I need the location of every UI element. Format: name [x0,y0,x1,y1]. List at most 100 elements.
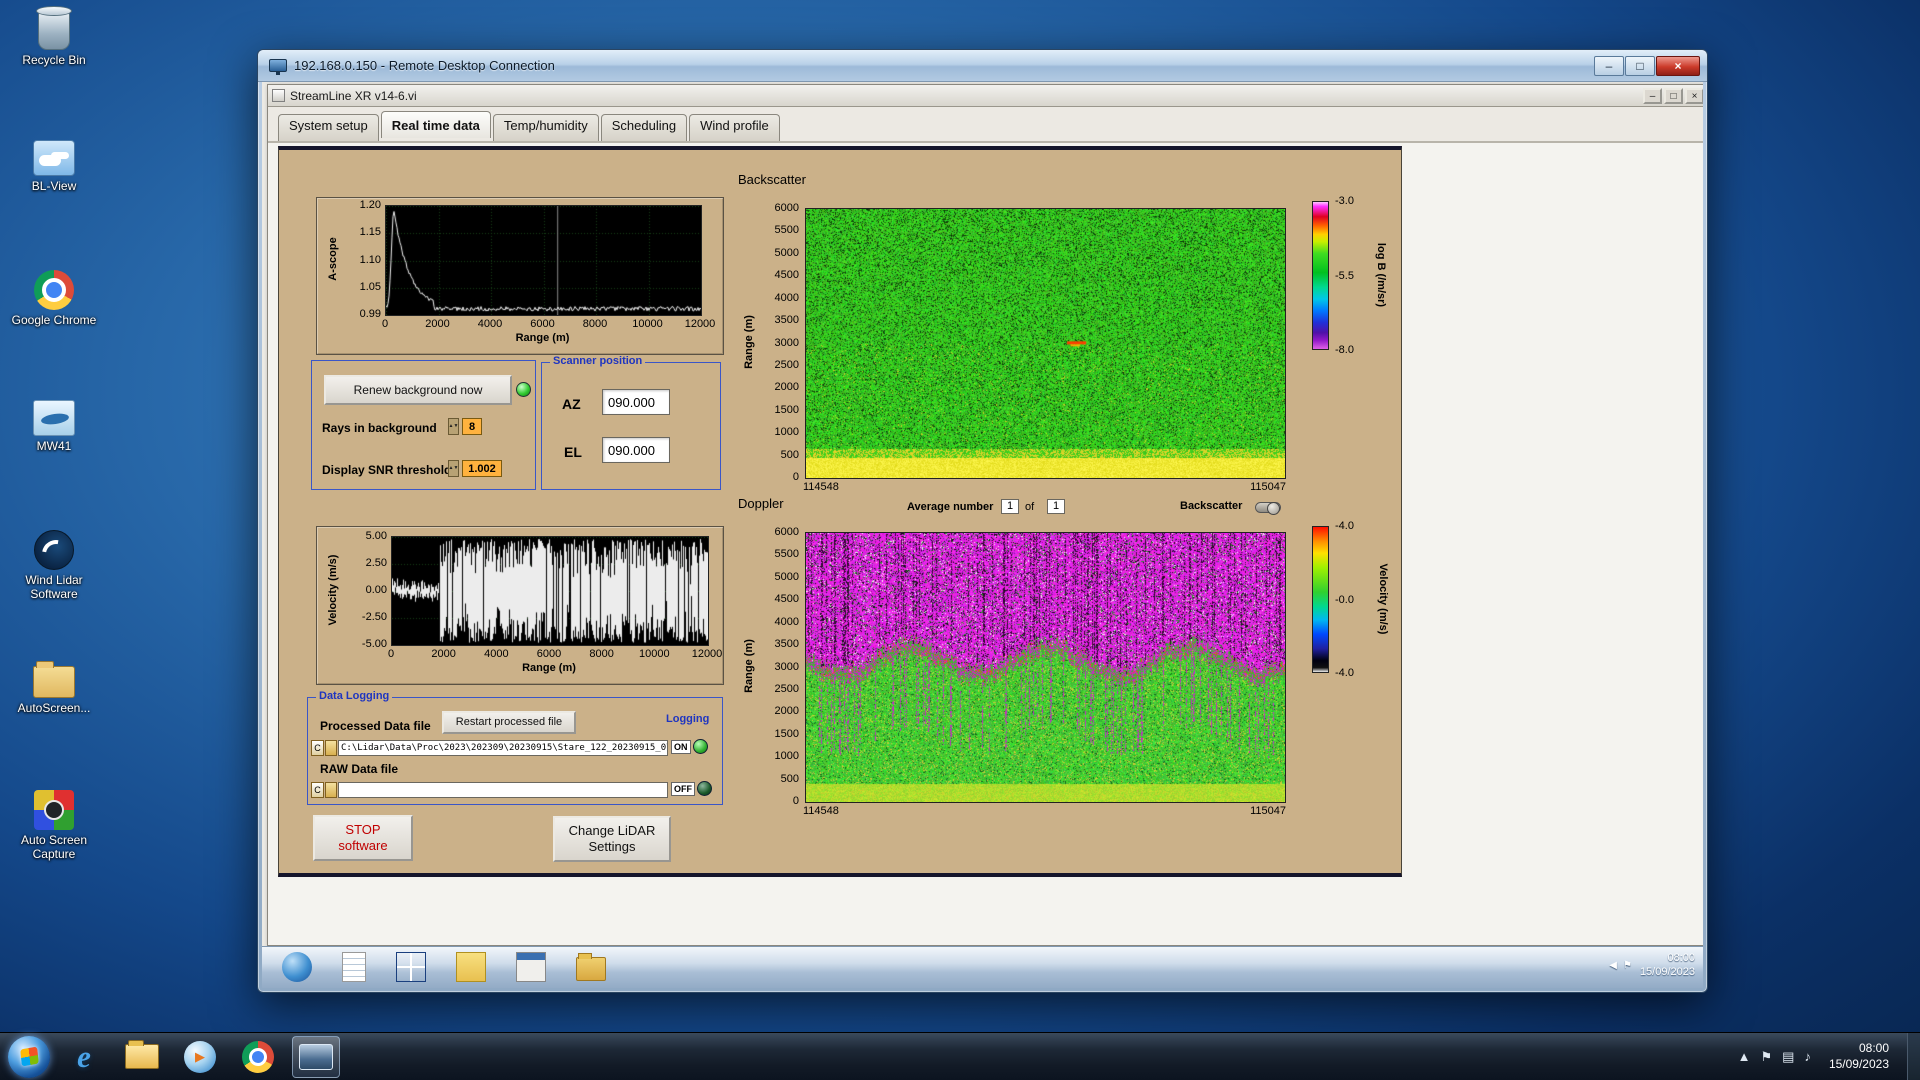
desktop-icon-bl-view[interactable]: BL-View [8,140,100,194]
y-tick-label: 2500 [774,682,799,695]
processed-file-path-field[interactable]: C:\Lidar\Data\Proc\2023\202309\20230915\… [338,740,668,756]
y-tick-label: -2.50 [361,611,387,623]
y-tick-label: 5000 [774,246,799,259]
snr-threshold-value[interactable]: 1.002 [462,460,502,477]
remote-desktop-session: StreamLine XR v14-6.vi – □ × System setup R… [262,82,1703,988]
rays-spinner[interactable]: ▲▼ [448,418,459,435]
doppler-title: Doppler [738,496,784,511]
desktop-icon-wind-lidar[interactable]: Wind Lidar Software [8,530,100,602]
volume-icon[interactable]: ♪ [1804,1049,1811,1065]
taskbar-item-remote-desktop[interactable] [292,1035,340,1078]
desktop-icon-auto-screen-capture[interactable]: Auto Screen Capture [8,790,100,862]
restore-button[interactable]: □ [1664,87,1683,104]
action-center-flag-icon[interactable]: ⚑ [1760,1049,1772,1065]
host-clock[interactable]: 08:00 15/09/2023 [1821,1041,1897,1072]
stop-button-line2: software [338,838,388,853]
start-button[interactable] [8,1035,50,1078]
app-blue-icon[interactable] [396,952,426,982]
snr-threshold-label: Display SNR threshold [322,463,452,477]
tab-temp-humidity[interactable]: Temp/humidity [492,114,599,141]
change-lidar-settings-button[interactable]: Change LiDAR Settings [553,816,671,862]
restart-processed-file-button[interactable]: Restart processed file [442,711,576,734]
stop-software-button[interactable]: STOP software [313,815,413,861]
y-tick-label: 4000 [774,615,799,628]
y-tick-label: 1500 [774,727,799,740]
velocity-plot [391,536,709,646]
host-taskbar-items: e ▶ [50,1035,340,1078]
notepad-icon[interactable] [342,952,366,982]
elevation-field[interactable]: 090.000 [602,437,670,463]
scanner-position-group: Scanner position AZ 090.000 EL 090.000 [541,355,721,490]
remote-time: 08:00 [1667,952,1695,964]
tab-real-time-data[interactable]: Real time data [380,111,491,138]
hidden-icons-icon[interactable]: ▲ [1738,1049,1751,1065]
flag-icon[interactable]: ⚑ [1623,960,1632,971]
raw-logging-toggle[interactable]: OFF [671,781,712,796]
auto-screen-capture-icon [34,790,74,830]
y-tick-label: 5000 [774,570,799,583]
close-button[interactable]: × [1685,87,1703,104]
raw-file-path-field[interactable] [338,782,668,798]
taskbar-item-windows-explorer[interactable] [118,1036,166,1078]
tab-bar: System setup Real time data Temp/humidity S… [268,107,1703,143]
taskbar-item-media-player[interactable]: ▶ [176,1036,224,1078]
renew-background-button[interactable]: Renew background now [324,375,512,405]
rays-in-background-value[interactable]: 8 [462,418,482,435]
input-indicator-icon[interactable]: ▤ [1782,1049,1794,1065]
minimize-button[interactable]: – [1594,55,1624,76]
rays-in-background-label: Rays in background [322,421,437,435]
desktop-icon-autoscreen[interactable]: AutoScreen... [8,660,100,716]
maximize-button[interactable]: □ [1625,55,1655,76]
recycle-bin-icon [36,6,72,50]
tab-system-setup[interactable]: System setup [278,114,379,141]
average-number-field[interactable]: 1 [1001,499,1019,514]
backscatter-switch[interactable] [1255,502,1281,515]
show-hidden-icon[interactable]: ◀ [1609,960,1617,971]
x-tick-label: 6000 [530,318,555,330]
desktop-icon-recycle-bin[interactable]: Recycle Bin [8,6,100,68]
rdp-titlebar[interactable]: 192.168.0.150 - Remote Desktop Connectio… [258,50,1707,82]
desktop-icon-google-chrome[interactable]: Google Chrome [8,270,100,328]
remote-taskbar-icons [282,952,606,982]
azimuth-field[interactable]: 090.000 [602,389,670,415]
ie-icon[interactable] [282,952,312,982]
y-tick-label: 4500 [774,593,799,606]
close-button[interactable]: × [1656,55,1700,76]
desktop-icon-label: Google Chrome [11,313,97,327]
drive-icon[interactable]: C [311,740,324,756]
scanner-position-title: Scanner position [550,355,646,367]
processed-data-file-label: Processed Data file [320,719,431,733]
rdp-window-buttons: – □ × [1594,55,1700,76]
minimize-button[interactable]: – [1643,87,1662,104]
browse-folder-icon[interactable] [325,740,337,756]
chrome-icon [242,1040,274,1073]
data-logging-group: Data Logging Processed Data file Restart… [307,690,723,805]
host-system-tray: ▲ ⚑ ▤ ♪ 08:00 15/09/2023 [1738,1032,1920,1080]
folder-icon[interactable] [576,953,606,981]
x-tick-label: 2000 [425,318,450,330]
y-tick-label: 2000 [774,705,799,718]
sticky-icon[interactable] [456,952,486,982]
processed-logging-toggle[interactable]: ON [671,739,708,754]
show-desktop-button[interactable] [1907,1032,1920,1080]
x-tick-label: 115047 [1250,805,1286,817]
app-titlebar[interactable]: StreamLine XR v14-6.vi – □ × [268,85,1703,107]
snr-spinner[interactable]: ▲▼ [448,460,459,477]
drive-icon[interactable]: C [311,782,324,798]
x-tick-label: 10000 [639,648,670,660]
tab-wind-profile[interactable]: Wind profile [689,114,780,141]
xr-window-icon[interactable] [516,952,546,982]
taskbar-item-internet-explorer[interactable]: e [60,1036,108,1078]
y-tick-label: 2.50 [365,557,387,569]
x-tick-label: 114548 [803,481,839,493]
remote-clock[interactable]: 08:00 15/09/2023 [1640,951,1695,980]
average-total-field[interactable]: 1 [1047,499,1065,514]
taskbar-item-chrome[interactable] [234,1036,282,1078]
y-tick-label: 0.00 [365,584,387,596]
off-label: OFF [671,781,695,796]
y-tick-label: 1.05 [359,280,381,293]
desktop-icon-mw41[interactable]: MW41 [8,400,100,454]
browse-folder-icon[interactable] [325,782,337,798]
x-tick-label: 4000 [484,648,509,660]
tab-scheduling[interactable]: Scheduling [600,114,688,141]
